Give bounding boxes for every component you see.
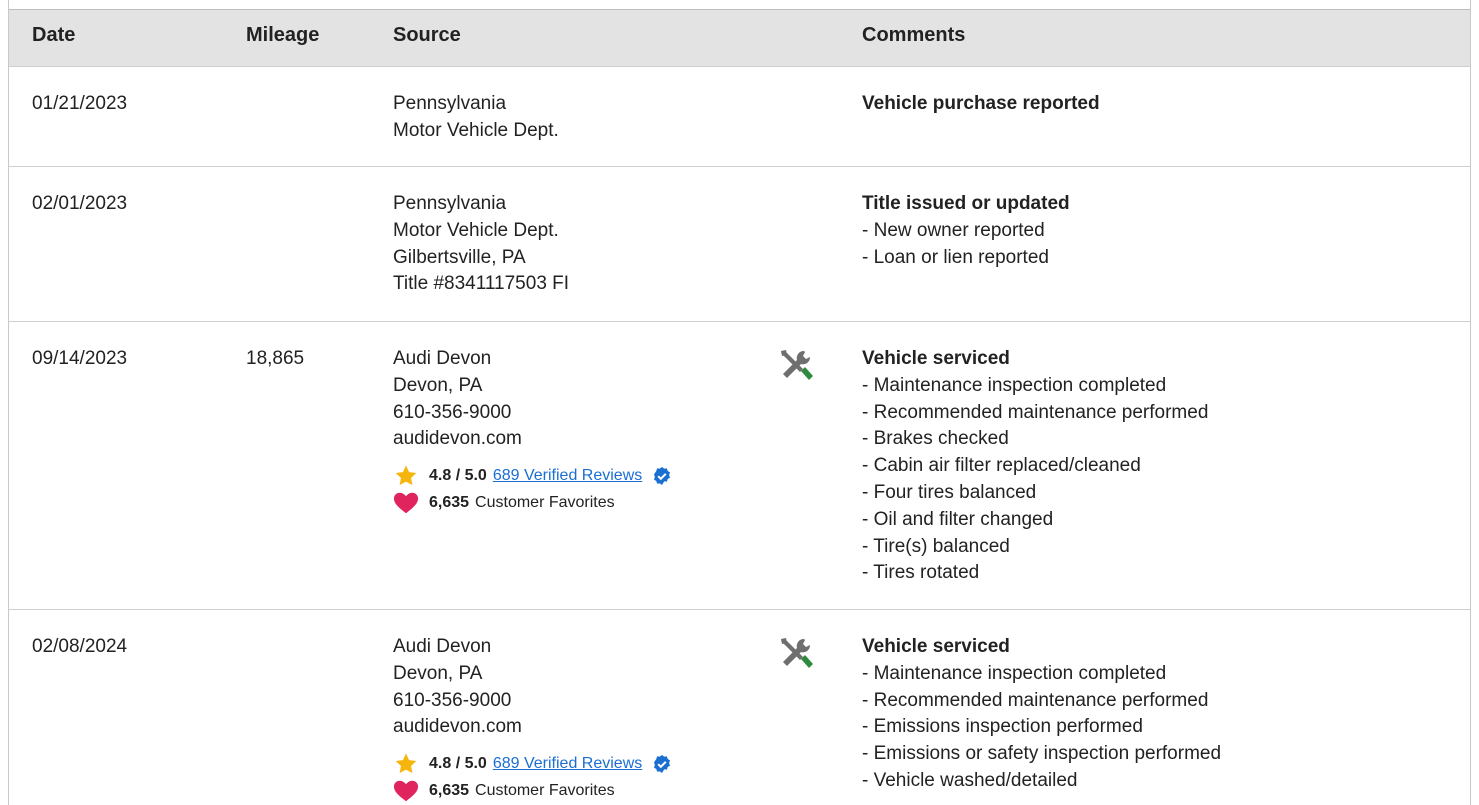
rating-value: 4.8 / 5.0 [429,466,487,484]
source-line: 610-356-9000 [393,401,512,423]
comment-title: Title issued or updated [862,193,1070,214]
row-date: 02/08/2024 [32,636,128,657]
source-line: Title #8341117503 FI [393,273,570,295]
row-date: 01/21/2023 [32,93,128,114]
source-line: Devon, PA [393,662,483,684]
rating-value: 4.8 / 5.0 [429,754,487,772]
comment-item: - Emissions inspection performed [862,716,1143,738]
source-line: Devon, PA [393,374,483,396]
rating-line: 4.8 / 5.0 689 Verified Reviews [393,465,672,487]
comment-item: - Brakes checked [862,428,1009,450]
table-top-border [9,0,1470,10]
comment-item: - New owner reported [862,219,1045,241]
table-row: 01/21/2023 Pennsylvania Motor Vehicle De… [9,67,1470,167]
comment-item: - Loan or lien reported [862,246,1049,268]
service-tools-icon [777,346,817,386]
row-source: Audi Devon Devon, PA 610-356-9000 audide… [393,634,672,802]
comment-item: - Tires rotated [862,562,980,584]
verified-reviews-link[interactable]: 689 Verified Reviews [493,751,642,778]
source-line: audidevon.com [393,428,522,450]
source-line: Pennsylvania [393,193,507,214]
source-line: 610-356-9000 [393,689,512,711]
row-comments: Title issued or updated - New owner repo… [862,191,1070,271]
comment-item: - Cabin air filter replaced/cleaned [862,455,1141,477]
favorites-line: 6,635 Customer Favorites [393,780,672,802]
column-header-source: Source [393,24,461,46]
row-date: 09/14/2023 [32,348,128,369]
comment-item: - Maintenance inspection completed [862,662,1167,684]
row-comments: Vehicle purchase reported [862,91,1100,118]
table-header: Date Mileage Source Comments [9,10,1470,67]
verified-badge-icon [652,754,672,774]
column-header-mileage: Mileage [246,24,320,46]
source-line: Pennsylvania [393,93,507,114]
rating-line: 4.8 / 5.0 689 Verified Reviews [393,753,672,775]
column-header-comments: Comments [862,24,966,46]
table-row: 02/08/2024 Audi Devon Devon, PA 610-356-… [9,610,1470,805]
source-line: Gilbertsville, PA [393,246,526,268]
comment-item: - Recommended maintenance performed [862,401,1209,423]
row-source: Pennsylvania Motor Vehicle Dept. Gilbert… [393,191,569,298]
source-line: Motor Vehicle Dept. [393,119,559,141]
row-date: 02/01/2023 [32,193,128,214]
source-line: Motor Vehicle Dept. [393,219,559,241]
comment-title: Vehicle serviced [862,636,1010,657]
star-icon [393,465,419,487]
table-row: 02/01/2023 Pennsylvania Motor Vehicle De… [9,167,1470,322]
star-icon [393,753,419,775]
column-header-date: Date [32,24,76,46]
comment-item: - Tire(s) balanced [862,535,1010,557]
source-line: audidevon.com [393,716,522,738]
comment-item: - Oil and filter changed [862,508,1054,530]
favorites-count: 6,635 [429,781,470,799]
comment-item: - Maintenance inspection completed [862,374,1167,396]
comment-title: Vehicle purchase reported [862,93,1100,114]
favorites-label: Customer Favorites [475,781,615,799]
verified-reviews-link[interactable]: 689 Verified Reviews [493,463,642,490]
heart-icon [393,780,419,802]
heart-icon [393,492,419,514]
history-table: Date Mileage Source Comments 01/21/2023 … [8,0,1471,805]
table-row: 09/14/2023 18,865 Audi Devon Devon, PA 6… [9,322,1470,610]
row-comments: Vehicle serviced - Maintenance inspectio… [862,346,1208,587]
comment-item: - Emissions or safety inspection perform… [862,743,1222,765]
comment-item: - Four tires balanced [862,481,1037,503]
favorites-line: 6,635 Customer Favorites [393,492,672,514]
row-source: Audi Devon Devon, PA 610-356-9000 audide… [393,346,672,514]
source-line: Audi Devon [393,636,492,657]
row-source: Pennsylvania Motor Vehicle Dept. [393,91,559,145]
favorites-count: 6,635 [429,493,470,511]
comment-item: - Vehicle washed/detailed [862,769,1078,791]
verified-badge-icon [652,466,672,486]
favorites-label: Customer Favorites [475,493,615,511]
row-comments: Vehicle serviced - Maintenance inspectio… [862,634,1221,795]
comment-item: - Recommended maintenance performed [862,689,1209,711]
service-tools-icon [777,634,817,674]
source-line: Audi Devon [393,348,492,369]
row-mileage: 18,865 [246,348,305,369]
comment-title: Vehicle serviced [862,348,1010,369]
